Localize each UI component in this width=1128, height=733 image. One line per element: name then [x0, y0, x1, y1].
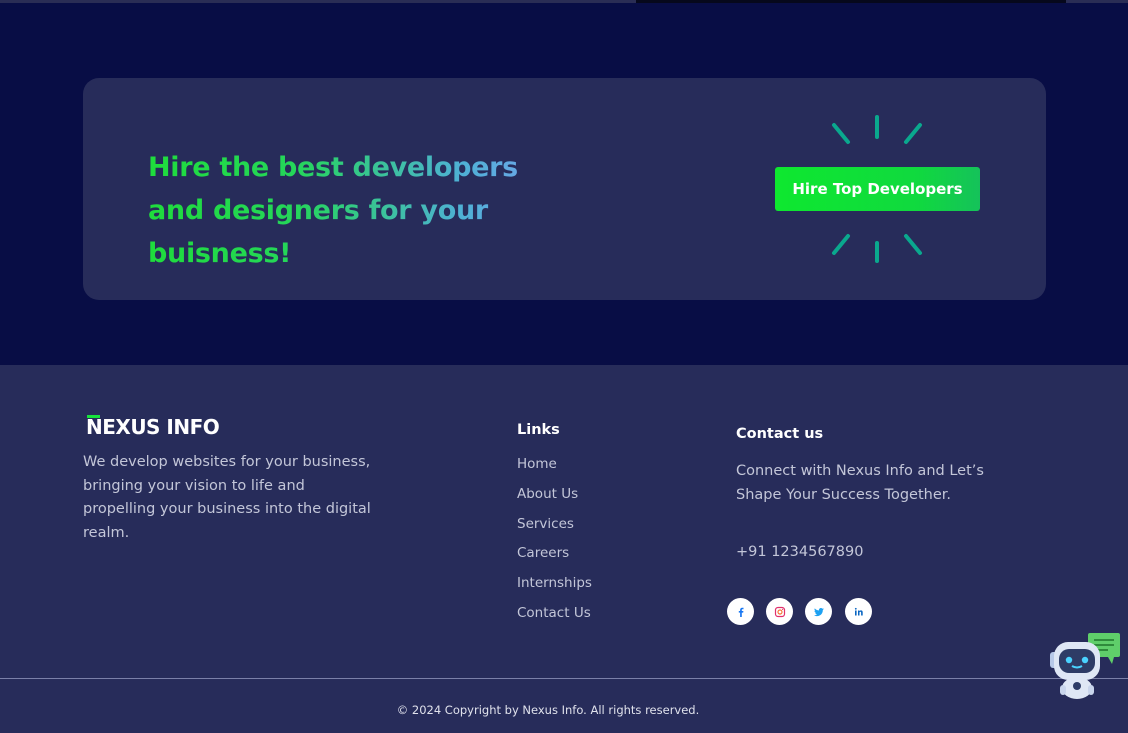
chatbot-icon[interactable] — [1046, 630, 1122, 702]
contact-heading: Contact us — [736, 426, 824, 442]
facebook-link[interactable] — [727, 598, 754, 625]
copyright-text: © 2024 Copyright by Nexus Info. All righ… — [396, 703, 700, 717]
list-item: Services — [517, 515, 592, 545]
phone-number[interactable]: +91 1234567890 — [736, 544, 863, 560]
linkedin-link[interactable] — [845, 598, 872, 625]
footer-link-services[interactable]: Services — [517, 516, 574, 532]
twitter-icon — [813, 607, 824, 616]
list-item: Careers — [517, 544, 592, 574]
footer-link-home[interactable]: Home — [517, 456, 557, 472]
footer-link-internships[interactable]: Internships — [517, 575, 592, 591]
contact-description: Connect with Nexus Info and Let’s Shape … — [736, 463, 984, 503]
list-item: Contact Us — [517, 604, 592, 634]
cta-heading: Hire the best developers and designers f… — [148, 146, 568, 275]
list-item: About Us — [517, 485, 592, 515]
instagram-link[interactable] — [766, 598, 793, 625]
about-description: We develop websites for your business, b… — [83, 454, 371, 541]
hire-top-developers-button[interactable]: Hire Top Developers — [775, 167, 980, 211]
robot-icon — [1050, 642, 1100, 699]
linkedin-icon — [854, 607, 863, 615]
instagram-icon — [774, 606, 785, 617]
footer-divider — [0, 678, 1128, 679]
links-heading: Links — [517, 422, 560, 438]
footer-link-careers[interactable]: Careers — [517, 545, 569, 561]
footer-link-about-us[interactable]: About Us — [517, 486, 578, 502]
twitter-link[interactable] — [805, 598, 832, 625]
list-item: Home — [517, 455, 592, 485]
footer-link-contact-us[interactable]: Contact Us — [517, 605, 591, 621]
facebook-icon — [738, 607, 743, 617]
list-item: Internships — [517, 574, 592, 604]
nexus-info-logo[interactable]: NEXUS INFO — [86, 415, 220, 439]
footer-links-list: Home About Us Services Careers Internshi… — [517, 455, 592, 634]
